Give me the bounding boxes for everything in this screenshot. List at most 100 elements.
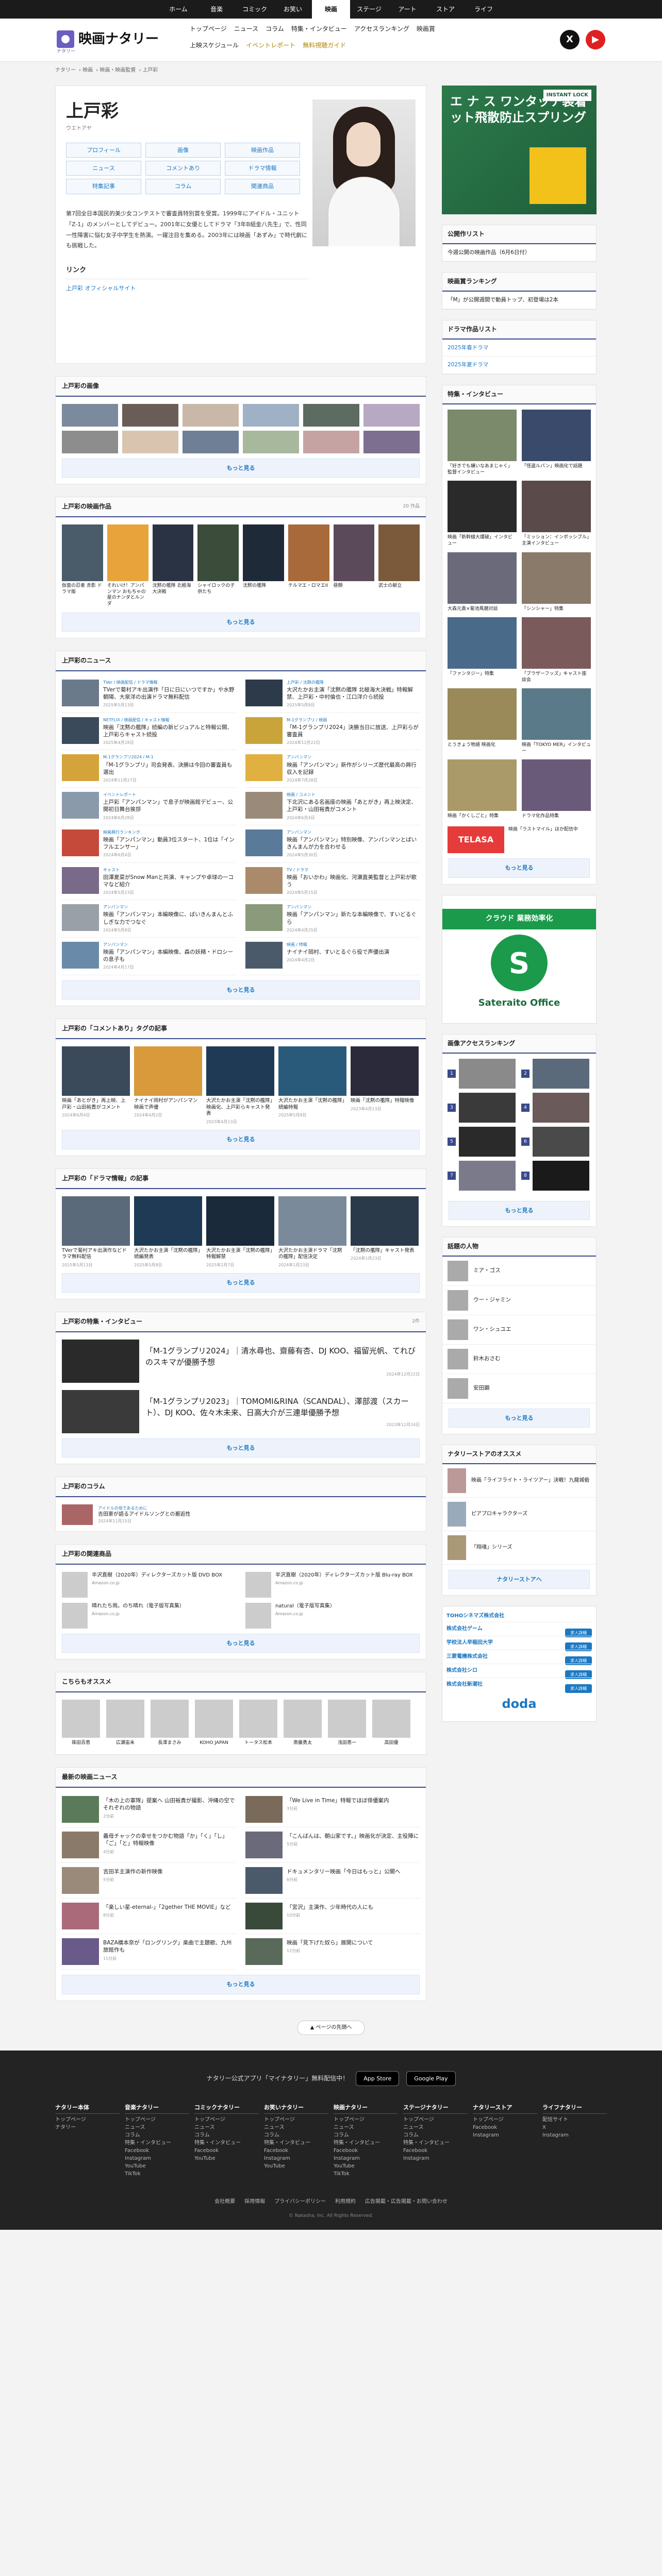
side-feature-item[interactable]: 「ファンタジー」特集 [448, 617, 517, 683]
people-more-button[interactable]: もっと見る [449, 1408, 590, 1428]
official-site-link[interactable]: 上戸彩 オフィシャルサイト [66, 284, 416, 292]
footer-link[interactable]: 広告掲載・広告掲載・お問い合わせ [365, 2198, 448, 2206]
nav-free-guide[interactable]: 無料視聴ガイド [303, 41, 346, 50]
news-item[interactable]: アンパンマン 映画「アンパンマン」新作がシリーズ歴代最高の興行収入を記録 2024年… [245, 750, 420, 788]
cat-art[interactable]: アート [388, 0, 426, 19]
article-card[interactable]: 大沢たかお主演「沈黙の艦隊」続編特報 2025年5月8日 [278, 1046, 346, 1125]
side-feature-item[interactable]: 「ミッション：インポッシブル」主演インタビュー [522, 481, 591, 547]
ranking-item[interactable]: 1 [448, 1058, 517, 1089]
person-item[interactable]: 鈴木おさむ [442, 1345, 596, 1374]
site-logo[interactable]: 映画ナタリー [57, 30, 159, 48]
latest-item[interactable]: 「こんばんは、朝山家です。」映画化が決定、主役陣に 5分前 [245, 1827, 420, 1863]
nav-schedule[interactable]: 上映スケジュール [190, 41, 239, 50]
image-thumb[interactable] [363, 430, 420, 453]
footer-link[interactable]: 利用規約 [335, 2198, 356, 2206]
article-card[interactable]: 映画「あとがき」再上映、上戸彩・山田裕貴がコメント 2024年6月4日 [62, 1046, 130, 1125]
nav-event-report[interactable]: イベントレポート [246, 41, 295, 50]
feature-item[interactable]: 「M-1グランプリ2023」｜TOMOMI&RINA（SCANDAL）、澤部渡（… [56, 1383, 426, 1433]
film-item[interactable]: それいけ！アンパンマン おもちゃの星のナンダとルンダ [107, 524, 148, 607]
image-thumb[interactable] [303, 430, 359, 453]
films-more-button[interactable]: もっと見る [62, 612, 420, 632]
image-thumb[interactable] [183, 430, 239, 453]
job-item[interactable]: 株式会社ゲーム 求人詳細 [446, 1622, 592, 1638]
store-item[interactable]: 映画「ライフライト・ライツアー」決戦！九龍城砦 [442, 1464, 596, 1498]
store-more-button[interactable]: ナタリーストアへ [449, 1569, 590, 1589]
news-item[interactable]: アンパンマン 映画「アンパンマン」新たな本編映像で、すいどるぐら 2024年4月25… [245, 900, 420, 938]
pnav-feature[interactable]: 特集記事 [66, 179, 141, 194]
news-item[interactable]: 映画 / コメント 下北沢にある名画座の映画「あとがき」再上映決定、上戸彩・山田裕… [245, 788, 420, 825]
person-item[interactable]: 安田顕 [442, 1374, 596, 1403]
drama-more-button[interactable]: もっと見る [62, 1273, 420, 1293]
comment-more-button[interactable]: もっと見る [62, 1130, 420, 1149]
news-item[interactable]: アンパンマン 映画「アンパンマン」特別映像、アンパンマンとばいきんまんが力を合わせ… [245, 825, 420, 863]
image-thumb[interactable] [62, 430, 118, 453]
article-card[interactable]: 映画「沈黙の艦隊」特報映像 2023年4月13日 [351, 1046, 419, 1125]
side-feature-item[interactable]: 映画「かくしごと」特集 [448, 759, 517, 819]
latest-item[interactable]: ドキュメンタリー映画「今日はもっと」公開へ 6分前 [245, 1863, 420, 1899]
side-feature-item[interactable]: 「シンシャー」特集 [522, 552, 591, 612]
recommend-item[interactable]: KOHO JAPAN [195, 1699, 233, 1747]
nav-top[interactable]: トップページ [190, 25, 227, 33]
cat-owarai[interactable]: お笑い [274, 0, 312, 19]
news-item[interactable]: TV / ドラマ 映画「おいかわ」映画化、河瀬直美監督と上戸彩が歌う 2024年5月… [245, 863, 420, 901]
ranking-item[interactable]: 4 [521, 1092, 591, 1123]
footer-link[interactable]: 会社概要 [214, 2198, 235, 2206]
side-feature-item[interactable]: 映画「新幹線大爆破」インタビュー [448, 481, 517, 547]
feature-more-button[interactable]: もっと見る [62, 1438, 420, 1458]
footer-link[interactable]: プライバシーポリシー [274, 2198, 326, 2206]
film-item[interactable]: 沈黙の艦隊 [243, 524, 284, 607]
ranking-item[interactable]: 6 [521, 1126, 591, 1157]
person-item[interactable]: ミア・ゴス [442, 1257, 596, 1286]
news-item[interactable]: NETFLIX / 映画配信 / キャスト情報 映画「沈黙の艦隊」続編の新ビジュア… [62, 713, 236, 751]
film-item[interactable]: 仮面の忍者 赤影 ドラマ版 [62, 524, 103, 607]
ranking-item[interactable]: 3 [448, 1092, 517, 1123]
news-item[interactable]: アンパンマン 映画「アンパンマン」本編映像、森の妖精・ドロシーの息子も 2024年4… [62, 938, 236, 975]
job-item[interactable]: 三菱電機株式会社 求人詳細 [446, 1650, 592, 1666]
youtube-icon[interactable]: ▶ [586, 30, 605, 49]
pnav-profile[interactable]: プロフィール [66, 142, 141, 158]
cat-eiga[interactable]: 映画 [312, 0, 350, 19]
pnav-products[interactable]: 関連商品 [225, 179, 300, 194]
app-store-button[interactable]: App Store [356, 2071, 400, 2087]
pnav-films[interactable]: 映画作品 [225, 142, 300, 158]
film-item[interactable]: 昼顔 [333, 524, 375, 607]
news-item[interactable]: M-1グランプリ2024 / M-1 「M-1グランプリ」司会発表、決勝は今回の審… [62, 750, 236, 788]
side-feature-item[interactable]: とうきょう物語 映画化 [448, 688, 517, 754]
nav-news[interactable]: ニュース [234, 25, 258, 33]
ranking-item[interactable]: 5 [448, 1126, 517, 1157]
public-list-item[interactable]: 今週公開の映画作品（6月6日付） [442, 244, 596, 262]
cat-store[interactable]: ストア [426, 0, 465, 19]
image-thumb[interactable] [363, 403, 420, 427]
side-features-more-button[interactable]: もっと見る [449, 858, 590, 878]
article-card[interactable]: 大沢たかお主演ドラマ「沈黙の艦隊」配信決定 2024年1月23日 [278, 1196, 346, 1268]
image-thumb[interactable] [122, 403, 178, 427]
latest-item[interactable]: 「宮沢」主演作、少年時代の人にも 10分前 [245, 1899, 420, 1935]
recommend-item[interactable]: 長澤まさみ [151, 1699, 189, 1747]
product-item[interactable]: natural（電子版写真集） Amazon.co.jp [245, 1602, 420, 1629]
image-thumb[interactable] [183, 403, 239, 427]
crumb-eiga[interactable]: 映画 [82, 67, 93, 73]
feature-item[interactable]: 「M-1グランプリ2024」｜清水尋也、齋藤有杏、DJ KOO、福留光帆、てれび… [56, 1332, 426, 1383]
news-item[interactable]: TVer / 映画配信 / ドラマ情報 TVerで菊村アキ出演作「日に日にいつです… [62, 675, 236, 713]
ad-banner-mid[interactable]: クラウド 業務効率化 Sateraito Office [442, 894, 597, 1024]
cat-comic[interactable]: コミック [236, 0, 274, 19]
latest-item[interactable]: 「We Live in Time」特報でほぼ俳優案内 3分前 [245, 1792, 420, 1828]
image-thumb[interactable] [243, 403, 299, 427]
pnav-news[interactable]: ニュース [66, 160, 141, 176]
telasa-banner[interactable]: TELASA 映画「ラストマイル」ほか配信中 [448, 826, 591, 854]
job-apply-button[interactable]: 求人詳細 [565, 1684, 592, 1693]
article-card[interactable]: 「沈黙の艦隊」キャスト発表 2024年1月23日 [351, 1196, 419, 1268]
pnav-drama[interactable]: ドラマ情報 [225, 160, 300, 176]
recommend-item[interactable]: 篠田百恵 [62, 1699, 100, 1747]
article-card[interactable]: 大沢たかお主演「沈黙の艦隊」続編発表 2025年5月8日 [134, 1196, 202, 1268]
nav-ranking[interactable]: アクセスランキング [354, 25, 409, 33]
side-feature-item[interactable]: 映画「TOKYO MER」インタビュー [522, 688, 591, 754]
news-item[interactable]: 映画 / 特報 ナイナイ岡村、すいとるぐら役で声優出演 2024年4月2日 [245, 938, 420, 975]
recommend-item[interactable]: 広瀬宙未 [106, 1699, 144, 1747]
jobs-brand-logo[interactable]: doda [446, 1691, 592, 1717]
product-item[interactable]: 半沢直樹（2020年）ディレクターズカット版 DVD BOX Amazon.co.… [62, 1571, 236, 1598]
article-card[interactable]: 大沢たかお主演「沈黙の艦隊」映画化、上戸彩らキャスト発表 2023年4月13日 [206, 1046, 274, 1125]
product-item[interactable]: 半沢直樹（2020年）ディレクターズカット版 Blu-ray BOX Amazon… [245, 1571, 420, 1598]
nav-column[interactable]: コラム [266, 25, 284, 33]
side-feature-item[interactable]: 「怪盗ルパン」映画化で話題 [522, 409, 591, 476]
